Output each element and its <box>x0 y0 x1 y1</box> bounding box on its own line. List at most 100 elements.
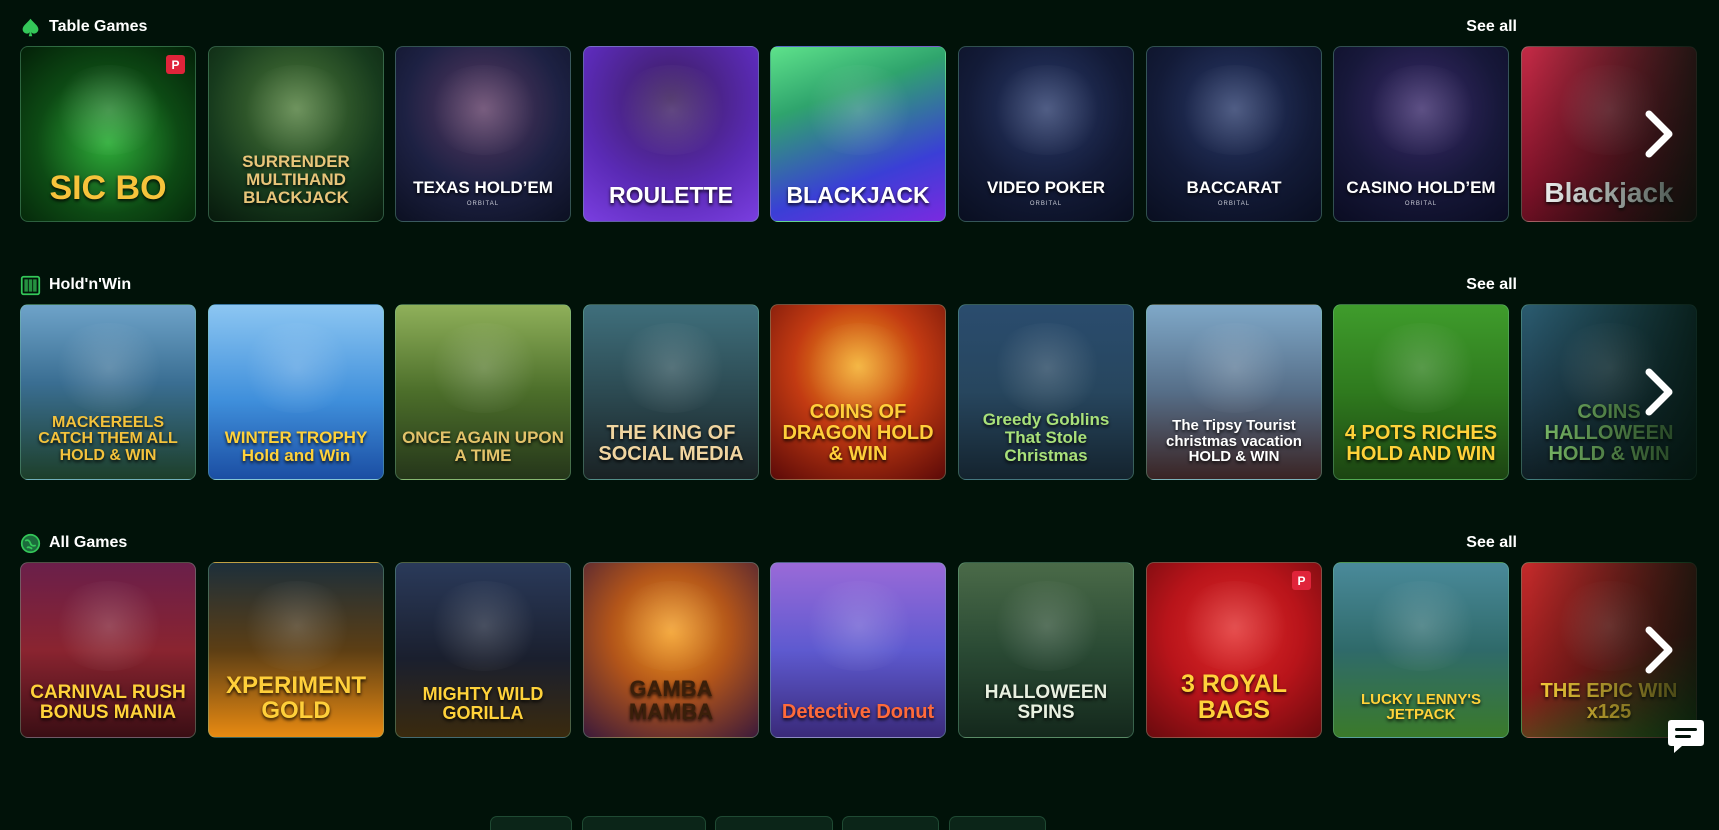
game-tile[interactable]: BLACKJACK <box>770 46 946 222</box>
section-title-wrap: Hold'n'Win <box>20 275 131 296</box>
tile-artwork <box>1364 581 1480 671</box>
bottom-provider-chip[interactable] <box>490 816 572 830</box>
tile-artwork <box>51 581 167 671</box>
game-tile[interactable]: GAMBA MAMBA <box>583 562 759 738</box>
tile-artwork <box>614 323 730 413</box>
game-tile[interactable]: WINTER TROPHY Hold and Win <box>208 304 384 480</box>
game-title: ONCE AGAIN UPON A TIME <box>402 428 564 466</box>
game-title: Blackjack <box>1544 176 1674 208</box>
game-title: Detective Donut <box>781 701 935 723</box>
scroll-next-button[interactable] <box>1639 362 1679 422</box>
tile-artwork <box>989 581 1105 671</box>
see-all-link[interactable]: See all <box>1466 276 1517 294</box>
game-title: LUCKY LENNY'S JETPACK <box>1361 690 1481 724</box>
chevron-right-icon <box>1645 368 1673 416</box>
game-title: BLACKJACK <box>786 181 930 208</box>
bottom-provider-chip[interactable] <box>715 816 833 830</box>
slot-machine-icon <box>20 275 41 296</box>
game-tile[interactable]: 4 POTS RICHES HOLD AND WIN <box>1333 304 1509 480</box>
tile-artwork <box>1364 65 1480 155</box>
game-tile[interactable]: Detective Donut <box>770 562 946 738</box>
game-row: P SIC BO SURRENDER MULTIHAND BLACKJACK TEXA… <box>20 46 1719 222</box>
game-tile[interactable]: P SIC BO <box>20 46 196 222</box>
game-tile[interactable]: P 3 ROYAL BAGS <box>1146 562 1322 738</box>
game-title: COINS OF DRAGON HOLD & WIN <box>782 401 934 465</box>
game-tile[interactable]: BACCARAT ORBITAL <box>1146 46 1322 222</box>
tile-artwork <box>426 65 542 155</box>
chevron-right-icon <box>1645 626 1673 674</box>
game-tile[interactable]: TEXAS HOLD’EM ORBITAL <box>395 46 571 222</box>
section-title: All Games <box>49 534 128 551</box>
game-title: The Tipsy Tourist christmas vacation HOL… <box>1166 416 1302 466</box>
tile-artwork <box>989 323 1105 413</box>
game-title: SIC BO <box>49 169 167 208</box>
tile-artwork <box>1177 581 1293 671</box>
spade-icon <box>20 17 41 38</box>
game-tile[interactable]: The Tipsy Tourist christmas vacation HOL… <box>1146 304 1322 480</box>
bottom-provider-chip[interactable] <box>949 816 1046 830</box>
game-row: CARNIVAL RUSH BONUS MANIA XPERIMENT GOLD M… <box>20 562 1719 738</box>
game-provider: ORBITAL <box>466 201 500 207</box>
scroll-next-button[interactable] <box>1639 104 1679 164</box>
game-provider: ORBITAL <box>1029 201 1063 207</box>
section-header: All Games See all <box>20 531 1517 555</box>
game-tile[interactable]: Greedy Goblins That Stole Christmas <box>958 304 1134 480</box>
game-title: WINTER TROPHY Hold and Win <box>224 428 368 466</box>
provider-badge: P <box>166 55 185 74</box>
tile-artwork <box>1177 65 1293 155</box>
game-provider: ORBITAL <box>1404 201 1438 207</box>
tile-artwork <box>426 581 542 671</box>
game-tile[interactable]: ROULETTE <box>583 46 759 222</box>
bottom-provider-chip[interactable] <box>582 816 706 830</box>
tile-artwork <box>989 65 1105 155</box>
tile-artwork <box>614 65 730 155</box>
tile-artwork <box>239 65 355 155</box>
see-all-link[interactable]: See all <box>1466 18 1517 36</box>
game-tile[interactable]: VIDEO POKER ORBITAL <box>958 46 1134 222</box>
section-title-wrap: Table Games <box>20 17 147 38</box>
game-tile[interactable]: XPERIMENT GOLD <box>208 562 384 738</box>
tile-artwork <box>614 581 730 671</box>
game-tile[interactable]: MACKEREELS CATCH THEM ALL HOLD & WIN <box>20 304 196 480</box>
tile-artwork <box>239 323 355 413</box>
game-title: ROULETTE <box>609 181 733 208</box>
game-title: HALLOWEEN SPINS <box>984 682 1108 724</box>
tile-artwork <box>801 581 917 671</box>
tile-artwork <box>1364 323 1480 413</box>
game-tile[interactable]: SURRENDER MULTIHAND BLACKJACK <box>208 46 384 222</box>
game-title: MIGHTY WILD GORILLA <box>422 684 544 724</box>
game-tile[interactable]: COINS OF DRAGON HOLD & WIN <box>770 304 946 480</box>
game-tile[interactable]: ONCE AGAIN UPON A TIME <box>395 304 571 480</box>
game-row: MACKEREELS CATCH THEM ALL HOLD & WIN WINT… <box>20 304 1719 480</box>
game-title: MACKEREELS CATCH THEM ALL HOLD & WIN <box>38 413 178 465</box>
game-title: THE KING OF SOCIAL MEDIA <box>598 422 744 465</box>
game-title: CARNIVAL RUSH BONUS MANIA <box>30 682 186 724</box>
game-tile[interactable]: HALLOWEEN SPINS <box>958 562 1134 738</box>
scroll-next-button[interactable] <box>1639 620 1679 680</box>
game-tile[interactable]: LUCKY LENNY'S JETPACK <box>1333 562 1509 738</box>
tile-artwork <box>801 65 917 155</box>
section-title-wrap: All Games <box>20 533 127 554</box>
tile-artwork <box>51 323 167 413</box>
tile-artwork <box>801 323 917 413</box>
see-all-link[interactable]: See all <box>1466 534 1517 552</box>
game-tile[interactable]: CASINO HOLD’EM ORBITAL <box>1333 46 1509 222</box>
game-title: 3 ROYAL BAGS <box>1180 669 1288 724</box>
bottom-provider-chip[interactable] <box>842 816 939 830</box>
game-provider: ORBITAL <box>1217 201 1251 207</box>
game-tile[interactable]: MIGHTY WILD GORILLA <box>395 562 571 738</box>
chat-support-button[interactable] <box>1664 714 1708 758</box>
game-tile[interactable]: CARNIVAL RUSH BONUS MANIA <box>20 562 196 738</box>
chat-icon <box>1668 720 1704 753</box>
section-title: Hold'n'Win <box>49 276 132 293</box>
game-title: 4 POTS RICHES HOLD AND WIN <box>1344 422 1498 465</box>
chevron-right-icon <box>1645 110 1673 158</box>
game-title: GAMBA MAMBA <box>628 675 714 724</box>
tile-artwork <box>1177 323 1293 413</box>
tile-artwork <box>51 65 167 155</box>
game-tile[interactable]: THE KING OF SOCIAL MEDIA <box>583 304 759 480</box>
section-header: Table Games See all <box>20 15 1517 39</box>
tile-artwork <box>426 323 542 413</box>
game-title: SURRENDER MULTIHAND BLACKJACK <box>242 152 350 208</box>
game-title: XPERIMENT GOLD <box>225 671 366 724</box>
